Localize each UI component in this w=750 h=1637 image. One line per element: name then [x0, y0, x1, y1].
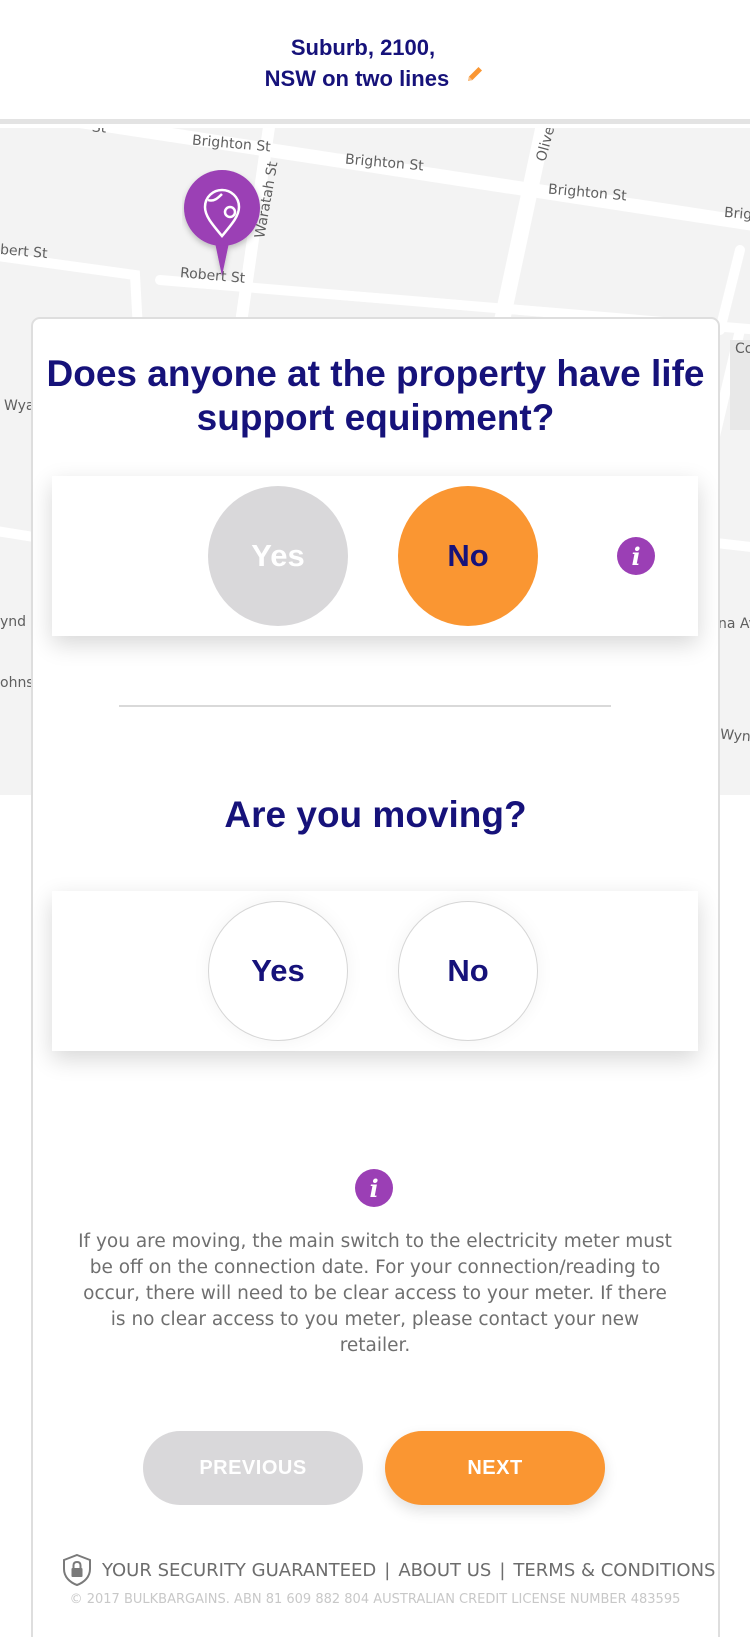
street-label: Wyn	[719, 726, 750, 746]
life-support-choice-panel: Yes No i	[52, 476, 698, 636]
street-label: St	[91, 128, 107, 137]
address-line-1: Suburb, 2100,	[290, 35, 436, 60]
security-guaranteed-link[interactable]: YOUR SECURITY GUARANTEED	[102, 1560, 376, 1581]
next-button[interactable]: NEXT	[385, 1431, 605, 1505]
footer-links: YOUR SECURITY GUARANTEED | ABOUT US | TE…	[62, 1552, 715, 1588]
info-icon: i	[355, 1169, 393, 1207]
info-icon[interactable]: i	[617, 537, 655, 575]
shield-lock-icon	[62, 1554, 92, 1586]
moving-choice-panel: Yes No	[52, 891, 698, 1051]
separator: |	[384, 1559, 391, 1581]
divider	[119, 705, 611, 707]
pencil-icon[interactable]	[465, 64, 485, 90]
moving-yes-button[interactable]: Yes	[208, 901, 348, 1041]
header: Suburb, 2100, NSW on two lines	[0, 0, 750, 124]
street-label: Co	[735, 341, 750, 357]
previous-button[interactable]: PREVIOUS	[143, 1431, 363, 1505]
street-label: Brig	[723, 204, 750, 224]
life-support-no-button[interactable]: No	[398, 486, 538, 626]
moving-question: Are you moving?	[224, 794, 527, 835]
street-label: na Av	[718, 616, 750, 632]
street-label: ynd	[0, 614, 27, 630]
moving-no-button[interactable]: No	[398, 901, 538, 1041]
moving-info-text: If you are moving, the main switch to th…	[78, 1231, 672, 1356]
location-pin-icon	[182, 170, 262, 276]
copyright-text: © 2017 BULKBARGAINS. ABN 81 609 882 804 …	[69, 1592, 681, 1607]
life-support-yes-button[interactable]: Yes	[208, 486, 348, 626]
separator: |	[499, 1559, 506, 1581]
address-line-2: NSW on two lines	[0, 66, 750, 92]
life-support-question: Does anyone at the property have life su…	[46, 353, 705, 438]
address-line-2-text: NSW on two lines	[264, 66, 450, 91]
about-us-link[interactable]: ABOUT US	[398, 1560, 491, 1581]
terms-conditions-link[interactable]: TERMS & CONDITIONS	[513, 1560, 715, 1581]
street-label: Wya	[4, 398, 35, 414]
street-label: ohns	[0, 675, 34, 691]
